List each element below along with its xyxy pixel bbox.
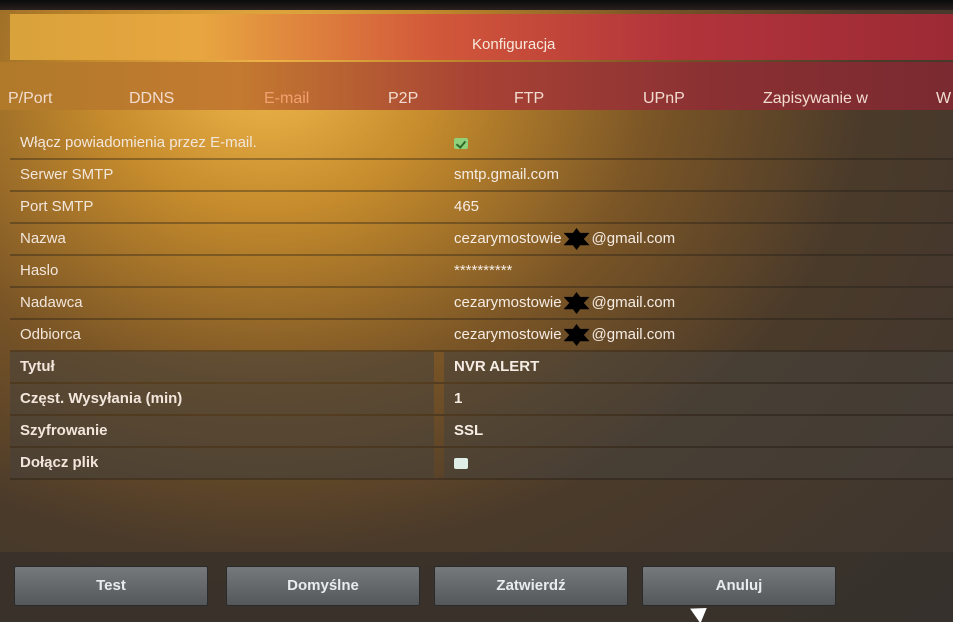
sender-field[interactable]: cezarymostowie @gmail.com: [444, 288, 953, 318]
attach-file-label: Dołącz plik: [10, 448, 434, 478]
smtp-server-label: Serwer SMTP: [20, 166, 114, 183]
enable-email-label: Włącz powiadomienia przez E-mail.: [20, 134, 257, 151]
window-title: Konfiguracja: [472, 36, 556, 53]
smtp-port-label: Port SMTP: [20, 198, 94, 215]
attach-file-checkbox[interactable]: [454, 458, 468, 469]
tab-email[interactable]: E-mail: [264, 90, 309, 108]
name-value-suffix: @gmail.com: [591, 230, 676, 247]
tab-ddns[interactable]: DDNS: [129, 90, 174, 108]
name-field[interactable]: cezarymostowie @gmail.com: [444, 224, 953, 254]
redaction-mark: [563, 292, 590, 315]
row-smtp-port: Port SMTP 465: [10, 192, 953, 224]
default-button[interactable]: Domyślne: [226, 566, 420, 606]
row-password: Haslo **********: [10, 256, 953, 288]
subject-label: Tytuł: [10, 352, 434, 382]
apply-button[interactable]: Zatwierdź: [434, 566, 628, 606]
monitor-bezel: [0, 0, 953, 10]
sender-value-suffix: @gmail.com: [591, 294, 676, 311]
tab-port[interactable]: P/Port: [8, 90, 52, 108]
row-subject: Tytuł NVR ALERT: [10, 352, 953, 384]
email-settings-form: Włącz powiadomienia przez E-mail. Serwer…: [10, 128, 953, 480]
nvr-config-screen: Konfiguracja P/Port DDNS E-mail P2P FTP …: [0, 0, 953, 622]
tab-p2p[interactable]: P2P: [388, 90, 418, 108]
encryption-label: Szyfrowanie: [10, 416, 434, 446]
row-smtp-server: Serwer SMTP smtp.gmail.com: [10, 160, 953, 192]
row-attach-file: Dołącz plik: [10, 448, 953, 480]
redaction-mark: [563, 228, 590, 251]
recipient-label: Odbiorca: [20, 326, 81, 343]
tab-more[interactable]: W: [936, 90, 951, 108]
tab-upnp[interactable]: UPnP: [643, 90, 685, 108]
smtp-port-field[interactable]: 465: [444, 192, 953, 222]
tab-ftp[interactable]: FTP: [514, 90, 544, 108]
sender-label: Nadawca: [20, 294, 83, 311]
enable-email-checkbox[interactable]: [454, 138, 468, 149]
row-encryption: Szyfrowanie SSL: [10, 416, 953, 448]
subject-field[interactable]: NVR ALERT: [444, 352, 953, 382]
recipient-value-suffix: @gmail.com: [591, 326, 676, 343]
name-label: Nazwa: [20, 230, 66, 247]
row-enable-email: Włącz powiadomienia przez E-mail.: [10, 128, 953, 160]
sender-value-prefix: cezarymostowie: [454, 294, 562, 311]
tab-storage[interactable]: Zapisywanie w: [763, 90, 868, 108]
password-field[interactable]: **********: [444, 256, 953, 286]
test-button[interactable]: Test: [14, 566, 208, 606]
smtp-server-field[interactable]: smtp.gmail.com: [444, 160, 953, 190]
password-label: Haslo: [20, 262, 59, 279]
recipient-value-prefix: cezarymostowie: [454, 326, 562, 343]
row-sender: Nadawca cezarymostowie @gmail.com: [10, 288, 953, 320]
encryption-select[interactable]: SSL: [444, 416, 953, 446]
send-interval-field[interactable]: 1: [444, 384, 953, 414]
send-interval-label: Częst. Wysyłania (min): [10, 384, 434, 414]
recipient-field[interactable]: cezarymostowie @gmail.com: [444, 320, 953, 350]
cancel-button[interactable]: Anuluj: [642, 566, 836, 606]
row-send-interval: Częst. Wysyłania (min) 1: [10, 384, 953, 416]
name-value-prefix: cezarymostowie: [454, 230, 562, 247]
row-recipient: Odbiorca cezarymostowie @gmail.com: [10, 320, 953, 352]
redaction-mark: [563, 324, 590, 347]
row-name: Nazwa cezarymostowie @gmail.com: [10, 224, 953, 256]
